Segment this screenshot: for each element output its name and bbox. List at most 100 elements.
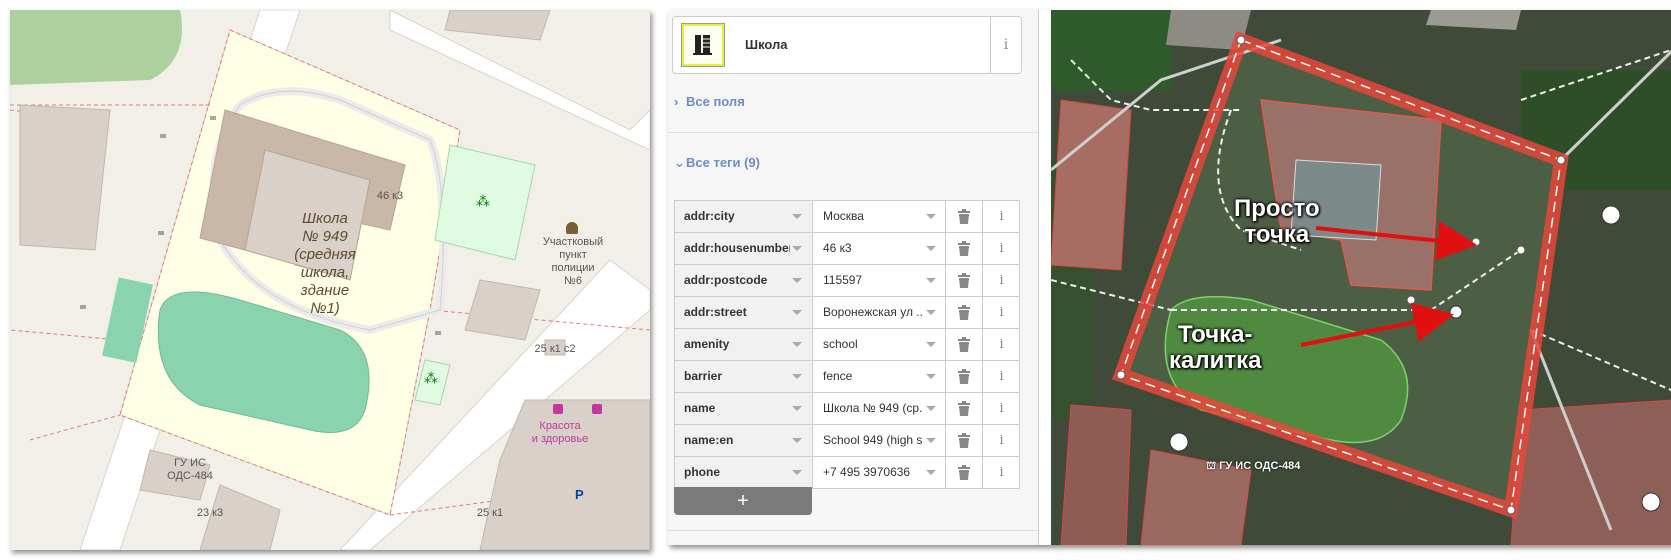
tag-key-field[interactable]: name — [675, 393, 813, 424]
satellite-map-view[interactable]: Просто точка Точка- калитка ⛫ ГУ ИС ОДС-… — [1051, 10, 1671, 545]
playground-icon-2: ⁂ — [424, 370, 438, 386]
tag-info-button[interactable]: i — [982, 361, 1021, 392]
tag-table: addr:city Москва i addr:housenumber 46 к… — [674, 200, 1020, 489]
preset-info-button[interactable]: i — [990, 17, 1021, 73]
police-label: Участковый пункт полиции №6 — [542, 236, 604, 287]
preset-item[interactable]: Школа i — [672, 16, 1022, 74]
tag-value-field[interactable]: school — [813, 329, 944, 360]
chevron-down-icon: ⌄ — [674, 155, 685, 170]
delete-tag-button[interactable] — [945, 393, 983, 424]
tag-info-button[interactable]: i — [982, 329, 1021, 360]
dropdown-arrow-icon — [792, 246, 802, 251]
tag-info-button[interactable]: i — [982, 297, 1021, 328]
tag-row: addr:housenumber 46 к3 i — [674, 232, 1020, 264]
map-editor: Школа i › Все поля ⌄Все теги (9) addr:cit… — [668, 10, 1671, 545]
dropdown-arrow-icon — [926, 406, 936, 411]
tag-row: addr:city Москва i — [674, 200, 1020, 232]
delete-tag-button[interactable] — [945, 425, 983, 456]
government-icon: ⛫ — [1206, 460, 1217, 472]
parking-icon: P — [575, 487, 584, 502]
delete-tag-button[interactable] — [945, 329, 983, 360]
tag-row: addr:postcode 115597 i — [674, 264, 1020, 296]
building-number-label: 46 к3 — [376, 190, 404, 202]
tag-key-field[interactable]: barrier — [675, 361, 813, 392]
tag-row: name:en School 949 (high s... i — [674, 424, 1020, 456]
tag-value-field[interactable]: Воронежская ул ... — [813, 297, 944, 328]
tag-row: phone +7 495 3970636 i — [674, 456, 1020, 489]
playground-icon: ⁂ — [476, 193, 490, 209]
dropdown-arrow-icon — [792, 342, 802, 347]
tag-value-field[interactable]: Москва — [813, 201, 944, 232]
delete-tag-button[interactable] — [945, 265, 983, 296]
shop-label: Красота и здоровье — [531, 420, 589, 445]
tag-info-button[interactable]: i — [982, 265, 1021, 296]
pharmacy-icon — [553, 404, 563, 414]
delete-tag-button[interactable] — [945, 297, 983, 328]
divider — [668, 132, 1038, 133]
building-25k1-label: 25 к1 — [476, 507, 504, 519]
dropdown-arrow-icon — [792, 438, 802, 443]
dropdown-arrow-icon — [926, 214, 936, 219]
dropdown-arrow-icon — [926, 246, 936, 251]
tag-info-button[interactable]: i — [982, 393, 1021, 424]
inspector-sidebar: Школа i › Все поля ⌄Все теги (9) addr:cit… — [668, 10, 1039, 545]
tag-key-field[interactable]: addr:housenumber — [675, 233, 813, 264]
dropdown-arrow-icon — [926, 438, 936, 443]
gu-label: ГУ ИС ОДС-484 — [167, 457, 213, 482]
dropdown-arrow-icon — [792, 278, 802, 283]
chevron-right-icon: › — [674, 94, 679, 109]
dropdown-arrow-icon — [926, 310, 936, 315]
tag-info-button[interactable]: i — [982, 201, 1021, 232]
delete-tag-button[interactable] — [945, 457, 983, 488]
all-tags-label: Все теги (9) — [686, 155, 760, 170]
dropdown-arrow-icon — [926, 374, 936, 379]
tag-info-button[interactable]: i — [982, 233, 1021, 264]
add-tag-button[interactable]: + — [674, 487, 812, 515]
building-25k1c2-label: 25 к1 с2 — [534, 343, 576, 355]
school-preset-icon — [681, 23, 725, 67]
dropdown-arrow-icon — [792, 406, 802, 411]
delete-tag-button[interactable] — [945, 201, 983, 232]
dropdown-arrow-icon — [792, 310, 802, 315]
tag-value-field[interactable]: fence — [813, 361, 944, 392]
tag-value-field[interactable]: School 949 (high s... — [813, 425, 944, 456]
annotation-gate-label: Точка- калитка — [1169, 321, 1262, 374]
tag-value-field[interactable]: 115597 — [813, 265, 944, 296]
tag-row: amenity school i — [674, 328, 1020, 360]
pharmacy-icon-2 — [592, 404, 602, 414]
dropdown-arrow-icon — [792, 470, 802, 475]
tag-row: name Школа № 949 (ср... i — [674, 392, 1020, 424]
preset-name: Школа — [745, 37, 788, 52]
annotation-point-label: Просто точка — [1234, 195, 1320, 248]
dropdown-arrow-icon — [792, 214, 802, 219]
tag-key-field[interactable]: phone — [675, 457, 813, 488]
tag-value-field[interactable]: 46 к3 — [813, 233, 944, 264]
tag-key-field[interactable]: addr:street — [675, 297, 813, 328]
dropdown-arrow-icon — [926, 342, 936, 347]
all-fields-label: Все поля — [686, 94, 745, 109]
dropdown-arrow-icon — [926, 470, 936, 475]
osm-map-view[interactable]: Школа № 949 (средняя школа, здание №1) 4… — [10, 10, 650, 550]
delete-tag-button[interactable] — [945, 233, 983, 264]
tag-value-field[interactable]: Школа № 949 (ср... — [813, 393, 944, 424]
tag-info-button[interactable]: i — [982, 425, 1021, 456]
gu-sat-label: ⛫ ГУ ИС ОДС-484 — [1206, 460, 1301, 472]
building-23k3-label: 23 к3 — [196, 507, 224, 519]
tag-info-button[interactable]: i — [982, 457, 1021, 488]
tag-key-field[interactable]: addr:postcode — [675, 265, 813, 296]
dropdown-arrow-icon — [792, 374, 802, 379]
divider — [668, 530, 1038, 531]
satellite-canvas — [1051, 10, 1671, 545]
delete-tag-button[interactable] — [945, 361, 983, 392]
dropdown-arrow-icon — [926, 278, 936, 283]
school-map-label: Школа № 949 (средняя школа, здание №1) — [294, 210, 356, 317]
tag-value-field[interactable]: +7 495 3970636 — [813, 457, 944, 488]
tag-key-field[interactable]: name:en — [675, 425, 813, 456]
all-tags-toggle[interactable]: ⌄Все теги (9) — [674, 155, 760, 171]
tag-key-field[interactable]: addr:city — [675, 201, 813, 232]
tag-row: addr:street Воронежская ул ... i — [674, 296, 1020, 328]
tag-row: barrier fence i — [674, 360, 1020, 392]
all-fields-toggle[interactable]: › Все поля — [674, 94, 745, 109]
police-icon — [566, 222, 578, 234]
tag-key-field[interactable]: amenity — [675, 329, 813, 360]
